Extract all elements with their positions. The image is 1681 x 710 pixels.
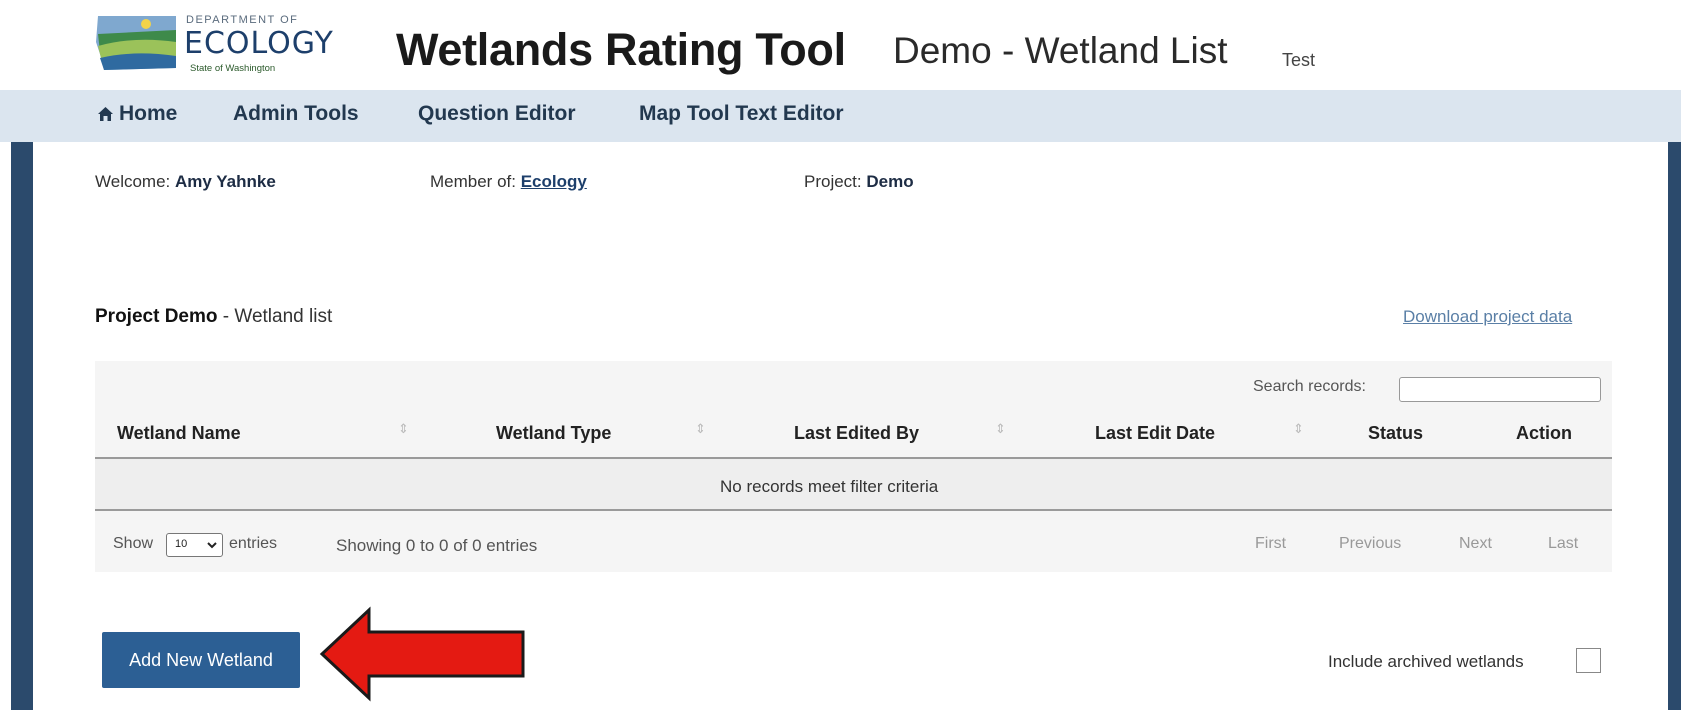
app-title: Wetlands Rating Tool [396, 24, 846, 75]
project-label: Project: [804, 172, 862, 191]
red-arrow-annotation-icon [319, 606, 525, 702]
welcome-info: Welcome: Amy Yahnke [95, 172, 276, 192]
entries-label: entries [229, 535, 278, 552]
sort-arrows-icon[interactable]: ⇕ [995, 421, 1006, 437]
project-name: Demo [866, 172, 914, 191]
washington-state-logo-icon [96, 16, 176, 70]
nav-admin-tools[interactable]: Admin Tools [233, 102, 359, 126]
col-status[interactable]: Status [1368, 423, 1423, 444]
environment-tag: Test [1282, 50, 1316, 70]
entries-selected-value: 10 [175, 538, 188, 550]
home-icon [98, 107, 113, 121]
col-action: Action [1516, 423, 1572, 443]
welcome-label: Welcome: [95, 172, 171, 191]
page-title: Demo - Wetland List [893, 30, 1228, 71]
nav-home[interactable]: Home [98, 102, 177, 126]
logo-state-text: State of Washington [190, 63, 276, 74]
pager-next[interactable]: Next [1459, 535, 1492, 553]
section-title-rest: - Wetland list [222, 306, 333, 327]
download-project-data-link[interactable]: Download project data [1403, 307, 1572, 327]
right-frame-bar [1668, 142, 1681, 710]
pager-previous[interactable]: Previous [1339, 535, 1401, 553]
nav-map-tool-text-editor[interactable]: Map Tool Text Editor [639, 102, 844, 126]
section-title-bold: Project Demo [95, 306, 218, 327]
chevron-down-icon [207, 542, 217, 549]
left-frame-bar [11, 142, 33, 710]
search-records-input[interactable] [1399, 377, 1601, 402]
member-info: Member of: Ecology [430, 172, 587, 192]
logo-dept-text: DEPARTMENT OF [186, 14, 299, 26]
pager-last[interactable]: Last [1548, 535, 1578, 553]
pager-first[interactable]: First [1255, 535, 1286, 553]
col-wetland-type[interactable]: Wetland Type [496, 423, 611, 444]
sort-arrows-icon[interactable]: ⇕ [695, 421, 706, 437]
project-info: Project: Demo [804, 172, 914, 192]
show-label: Show [113, 535, 154, 552]
table-footer-divider [95, 509, 1612, 511]
sort-arrows-icon[interactable]: ⇕ [398, 421, 409, 437]
nav-home-label: Home [119, 102, 178, 125]
sort-arrows-icon[interactable]: ⇕ [1293, 421, 1304, 437]
col-last-edited-by[interactable]: Last Edited By [794, 423, 919, 444]
empty-table-message: No records meet filter criteria [720, 477, 939, 496]
main-nav: Home Admin Tools Question Editor Map Too… [0, 90, 1681, 142]
member-org-link[interactable]: Ecology [521, 172, 587, 191]
col-last-edit-date[interactable]: Last Edit Date [1095, 423, 1215, 444]
search-label: Search records: [1253, 378, 1366, 395]
col-wetland-name[interactable]: Wetland Name [117, 423, 241, 444]
wetland-list-title: Project Demo - Wetland list [95, 306, 332, 328]
entries-per-page-select[interactable]: 10 [166, 533, 223, 557]
showing-entries-info: Showing 0 to 0 of 0 entries [336, 536, 538, 555]
logo-ecology-text: ECOLOGY [184, 26, 334, 61]
include-archived-label: Include archived wetlands [1328, 652, 1524, 671]
nav-question-editor[interactable]: Question Editor [418, 102, 576, 126]
member-label: Member of: [430, 172, 516, 191]
welcome-user: Amy Yahnke [175, 172, 276, 191]
add-new-wetland-button[interactable]: Add New Wetland [102, 632, 300, 688]
include-archived-checkbox[interactable] [1576, 648, 1601, 673]
site-header: DEPARTMENT OF ECOLOGY State of Washingto… [0, 0, 1681, 90]
ecology-logo[interactable]: DEPARTMENT OF ECOLOGY State of Washingto… [94, 12, 334, 80]
